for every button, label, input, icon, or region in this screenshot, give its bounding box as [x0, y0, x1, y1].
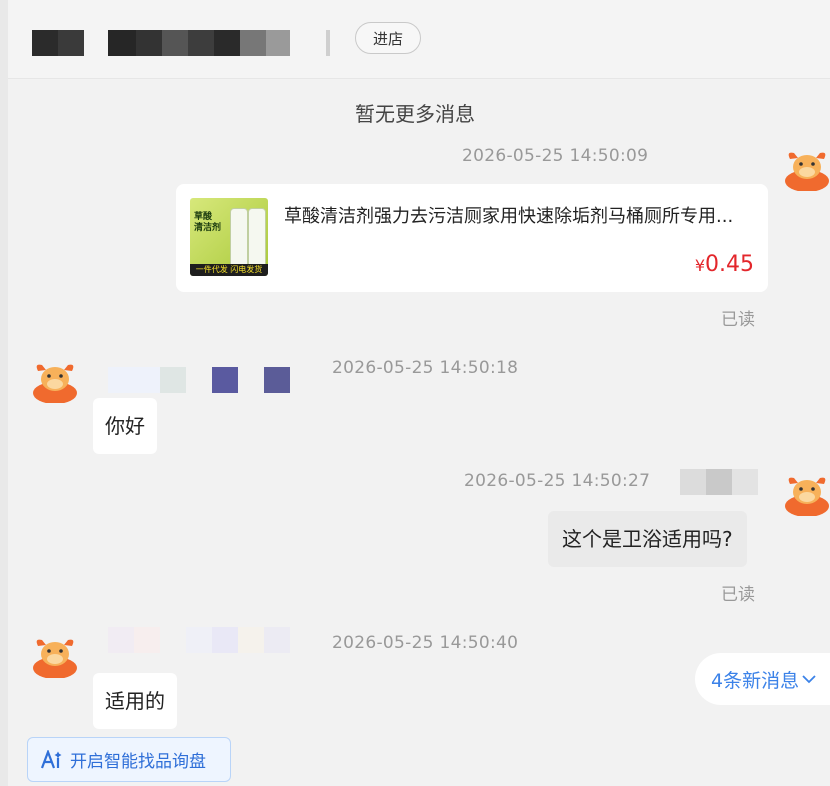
- seller-avatar-icon: [32, 632, 78, 678]
- product-thumbnail: 草酸 清洁剂 一件代发 闪电发货: [190, 198, 268, 276]
- ai-product-search-button[interactable]: 开启智能找品询盘: [27, 737, 231, 782]
- read-status: 已读: [721, 585, 755, 605]
- enter-store-button[interactable]: 进店: [355, 22, 421, 54]
- product-card[interactable]: 草酸 清洁剂 一件代发 闪电发货 草酸清洁剂强力去污洁厕家用快速除垢剂马桶厕所专用…: [176, 184, 768, 292]
- seller-avatar-icon: [32, 357, 78, 403]
- message-bubble-outgoing: 这个是卫浴适用吗?: [548, 511, 747, 567]
- thumbnail-title: 草酸 清洁剂: [194, 212, 222, 233]
- ai-button-label: 开启智能找品询盘: [70, 752, 206, 772]
- message-bubble-incoming: 适用的: [93, 673, 177, 729]
- currency-symbol: ¥: [694, 256, 706, 275]
- no-more-messages: 暂无更多消息: [355, 102, 475, 126]
- chevron-down-icon: [802, 675, 816, 684]
- new-messages-label: 4条新消息: [711, 669, 800, 692]
- price-value: 0.45: [705, 252, 754, 277]
- thumbnail-banner: 一件代发 闪电发货: [190, 264, 268, 276]
- message-timestamp: 2026-05-25 14:50:09: [462, 146, 649, 166]
- message-bubble-incoming: 你好: [93, 398, 157, 454]
- message-timestamp: 2026-05-25 14:50:18: [332, 358, 519, 378]
- user-avatar-icon: [784, 470, 830, 516]
- product-price: ¥0.45: [695, 252, 754, 277]
- read-status: 已读: [721, 310, 755, 330]
- product-title[interactable]: 草酸清洁剂强力去污洁厕家用快速除垢剂马桶厕所专用...: [284, 202, 754, 228]
- message-timestamp: 2026-05-25 14:50:40: [332, 633, 519, 653]
- new-messages-button[interactable]: 4条新消息: [695, 653, 830, 705]
- ai-icon: [40, 749, 62, 768]
- message-timestamp: 2026-05-25 14:50:27: [464, 471, 651, 491]
- user-avatar-icon: [784, 145, 830, 191]
- chat-header: 进店: [8, 0, 830, 79]
